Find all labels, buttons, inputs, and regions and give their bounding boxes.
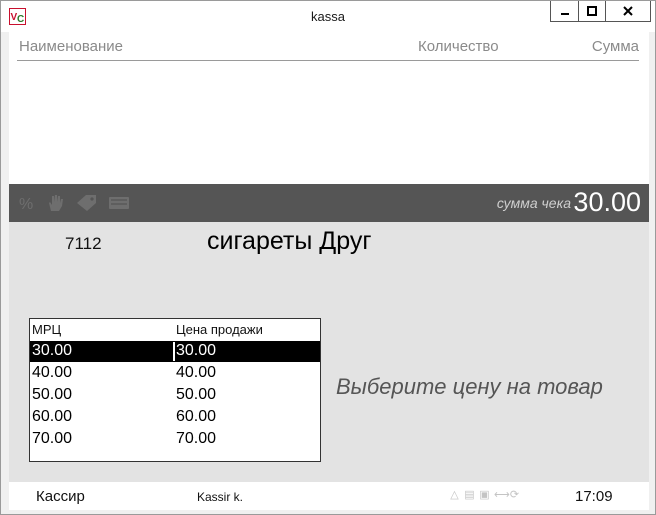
receipt-total-label: сумма чека bbox=[496, 195, 571, 211]
price-row-sale-price: 40.00 bbox=[176, 364, 217, 381]
svg-text:%: % bbox=[19, 196, 33, 213]
tag-icon[interactable] bbox=[75, 193, 99, 213]
cashier-label: Кассир bbox=[36, 488, 85, 505]
header-divider bbox=[17, 60, 639, 61]
price-row-sale-price: 60.00 bbox=[176, 408, 217, 425]
price-row[interactable]: 70.00 70.00 bbox=[30, 429, 320, 450]
action-toolbar: % сумма чека 30.00 bbox=[9, 184, 649, 222]
price-row-sale-price: 30.00 bbox=[176, 342, 217, 359]
maximize-button[interactable] bbox=[578, 1, 605, 22]
product-panel: 7112 сигареты Друг МРЦ Цена продажи 30.0… bbox=[9, 222, 649, 482]
price-row-mrp: 50.00 bbox=[32, 386, 73, 403]
drop-icon: △ bbox=[450, 489, 459, 501]
cell-separator bbox=[173, 342, 175, 361]
price-row[interactable]: 50.00 50.00 bbox=[30, 385, 320, 406]
close-icon bbox=[623, 6, 633, 16]
column-header-mrp: МРЦ bbox=[32, 322, 62, 337]
card-icon: ▣ bbox=[479, 489, 490, 501]
keyboard-icon[interactable] bbox=[107, 193, 131, 213]
select-price-hint: Выберите цену на товар bbox=[336, 374, 603, 399]
product-name: сигареты Друг bbox=[207, 227, 372, 255]
hand-icon[interactable] bbox=[45, 193, 65, 213]
price-row-sale-price: 70.00 bbox=[176, 430, 217, 447]
percent-icon[interactable]: % bbox=[17, 193, 37, 213]
sync-icon: ⟳ bbox=[509, 489, 520, 501]
title-bar: V C kassa bbox=[1, 1, 655, 32]
receipt-total-value: 30.00 bbox=[573, 187, 641, 217]
status-bar: Кассир Kassir k. △ ▤ ▣ ⟷ ⟳ 17:09 bbox=[9, 482, 649, 510]
minimize-button[interactable] bbox=[550, 1, 578, 22]
status-icons: △ ▤ ▣ ⟷ ⟳ bbox=[449, 489, 520, 501]
price-row[interactable]: 60.00 60.00 bbox=[30, 407, 320, 428]
column-header-sum: Сумма bbox=[591, 38, 639, 55]
price-selection-table[interactable]: МРЦ Цена продажи 30.00 30.00 40.00 40.00… bbox=[29, 318, 321, 462]
price-row-mrp: 60.00 bbox=[32, 408, 73, 425]
price-row-mrp: 40.00 bbox=[32, 364, 73, 381]
column-header-name: Наименование bbox=[19, 38, 123, 55]
column-header-quantity: Количество bbox=[418, 38, 499, 55]
minimize-icon bbox=[560, 13, 569, 15]
printer-icon: ▤ bbox=[464, 489, 475, 501]
network-icon: ⟷ bbox=[494, 489, 510, 501]
close-button[interactable] bbox=[605, 1, 651, 22]
price-row[interactable]: 40.00 40.00 bbox=[30, 363, 320, 384]
cashier-name: Kassir k. bbox=[197, 490, 244, 504]
price-row[interactable]: 30.00 30.00 bbox=[30, 341, 320, 362]
product-code: 7112 bbox=[65, 234, 102, 253]
clock: 17:09 bbox=[575, 488, 613, 505]
price-row-sale-price: 50.00 bbox=[176, 386, 217, 403]
price-row-mrp: 70.00 bbox=[32, 430, 73, 447]
maximize-icon bbox=[587, 6, 597, 16]
price-row-mrp: 30.00 bbox=[32, 342, 73, 359]
receipt-list[interactable]: Наименование Количество Сумма bbox=[9, 32, 649, 184]
app-window: V C kassa Наименование Количество Сумма … bbox=[0, 0, 656, 515]
column-header-sale-price: Цена продажи bbox=[176, 322, 263, 337]
